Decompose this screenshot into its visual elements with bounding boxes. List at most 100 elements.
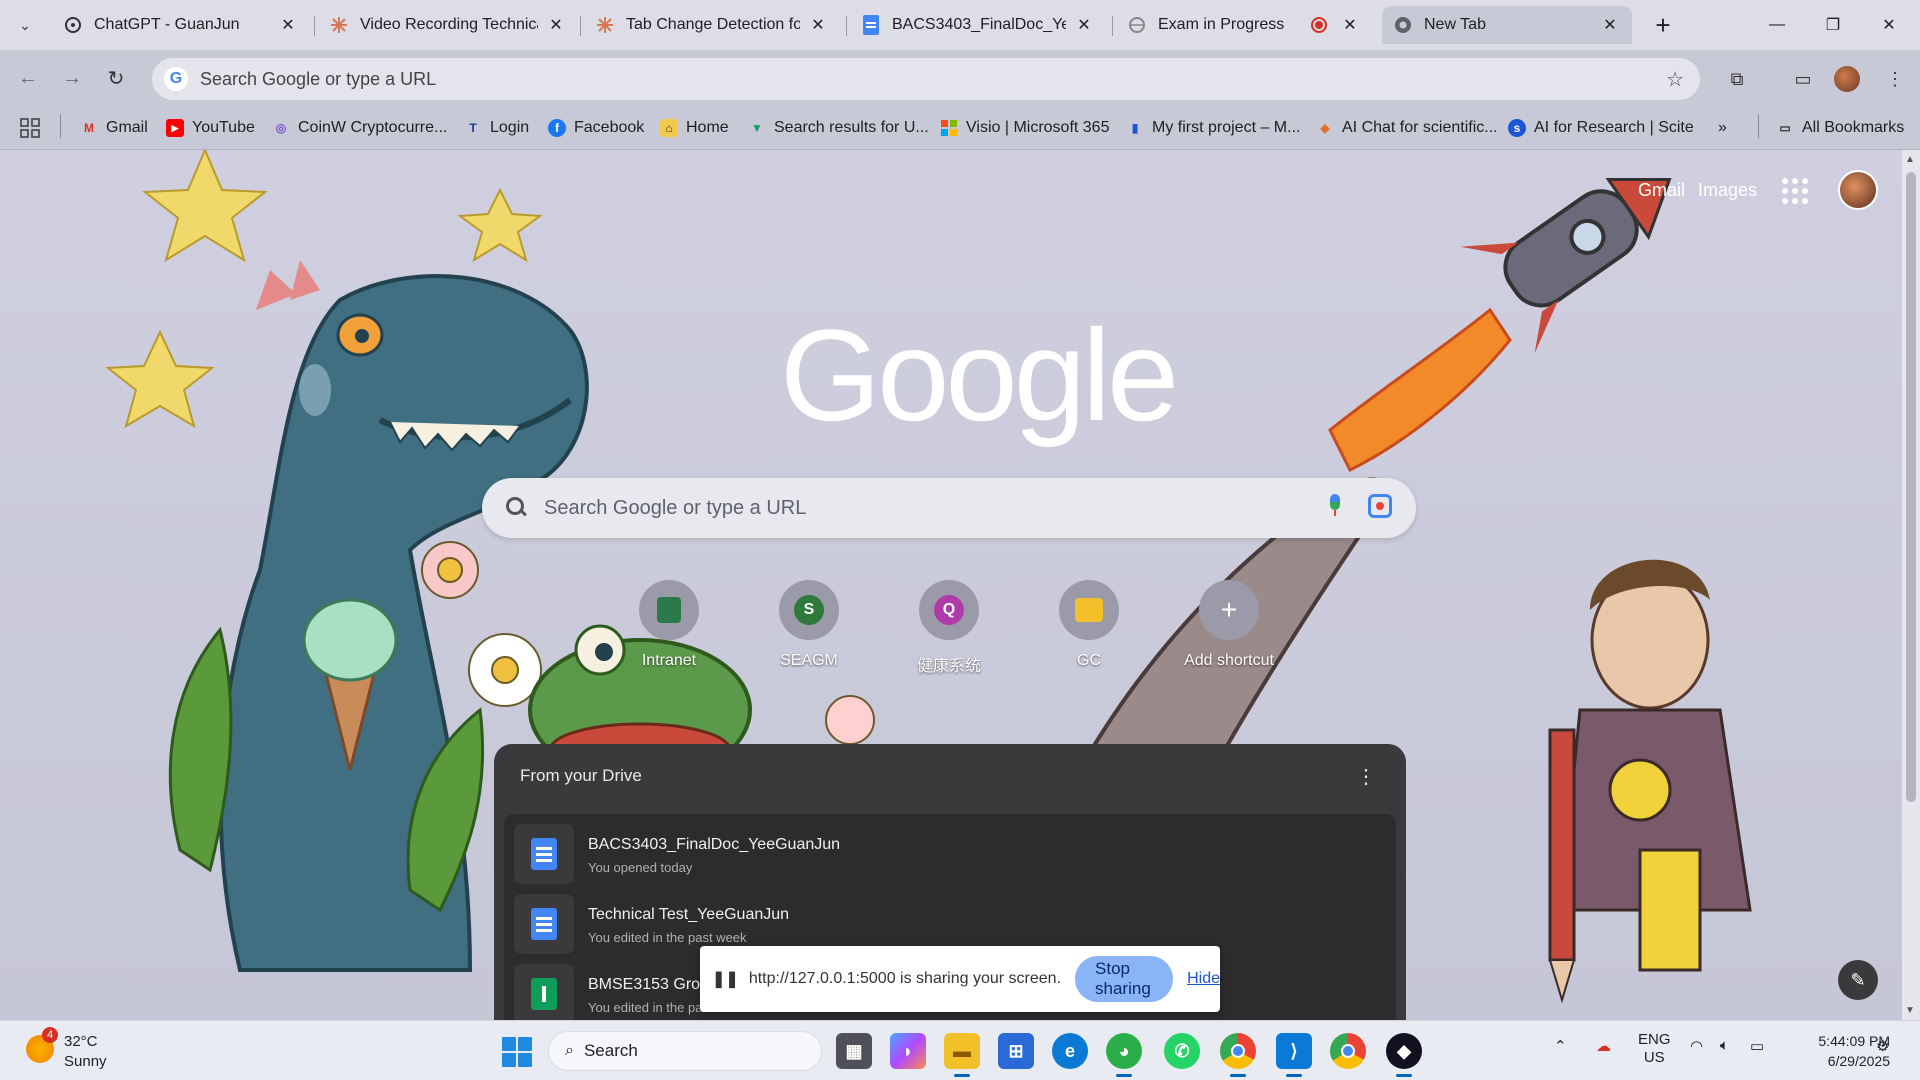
wechat-icon[interactable]: ◕ — [1106, 1033, 1142, 1077]
tab-search-button[interactable]: ⌄ — [10, 10, 40, 40]
cast-icon[interactable]: ▭ — [1788, 64, 1818, 94]
file-explorer-icon[interactable]: ▬ — [944, 1033, 980, 1077]
weather-badge: 4 — [42, 1027, 58, 1043]
bookmark-label: CoinW Cryptocurre... — [298, 119, 448, 136]
scroll-up-arrow-icon[interactable]: ▲ — [1905, 154, 1915, 165]
bookmark-label: Facebook — [574, 119, 645, 136]
bookmark-ai-chat[interactable]: ◆ AI Chat for scientific... — [1316, 116, 1497, 140]
close-icon[interactable]: ✕ — [1074, 15, 1094, 35]
tab-chatgpt[interactable]: ChatGPT - GuanJun ✕ — [52, 6, 310, 44]
bookmark-coinw[interactable]: ◎ CoinW Cryptocurre... — [272, 116, 448, 140]
reload-button[interactable]: ↻ — [100, 62, 132, 94]
more-vert-icon[interactable]: ⋮ — [1356, 764, 1376, 789]
battery-icon[interactable]: ▭ — [1750, 1037, 1764, 1055]
drive-file-item[interactable]: Technical Test_YeeGuanJun You edited in … — [514, 894, 1386, 954]
bookmark-star-icon[interactable]: ☆ — [1666, 67, 1684, 92]
whatsapp-icon[interactable]: ✆ — [1164, 1033, 1200, 1069]
shortcut-tile — [1059, 580, 1119, 640]
shortcut-label: SEAGM — [780, 652, 838, 669]
close-icon[interactable]: ✕ — [808, 15, 828, 35]
google-apps-icon[interactable] — [1782, 178, 1808, 204]
input-language[interactable]: ENG US — [1638, 1031, 1671, 1067]
drive-file-item[interactable]: BACS3403_FinalDoc_YeeGuanJun You opened … — [514, 824, 1386, 884]
tab-title: ChatGPT - GuanJun — [94, 16, 240, 33]
scroll-down-arrow-icon[interactable]: ▼ — [1905, 1005, 1915, 1016]
gmail-link[interactable]: Gmail — [1638, 180, 1685, 201]
clock-time: 5:44:09 PM — [1818, 1033, 1890, 1049]
copilot-icon[interactable]: ◗ — [890, 1033, 926, 1069]
shortcut-add[interactable]: + Add shortcut — [1169, 580, 1289, 670]
google-g-icon: G — [164, 67, 188, 91]
edge-icon[interactable]: e — [1052, 1033, 1088, 1069]
profile-button[interactable] — [1832, 64, 1862, 94]
bookmark-facebook[interactable]: f Facebook — [548, 116, 644, 140]
close-icon[interactable]: ✕ — [1600, 15, 1620, 35]
chrome-profile-icon[interactable] — [1330, 1033, 1366, 1069]
bookmark-login[interactable]: T Login — [464, 116, 529, 140]
vscode-icon[interactable]: ⟩ — [1276, 1033, 1312, 1077]
scrollbar-thumb[interactable] — [1906, 172, 1916, 802]
microphone-icon[interactable] — [1328, 494, 1342, 518]
tab-change-detection[interactable]: Tab Change Detection for E ✕ — [584, 6, 840, 44]
wifi-icon[interactable]: ◠ — [1690, 1037, 1703, 1055]
bookmark-my-first-project[interactable]: ▮ My first project – M... — [1126, 116, 1301, 140]
close-icon[interactable]: ✕ — [278, 15, 298, 35]
bookmark-visio[interactable]: Visio | Microsoft 365 — [940, 116, 1109, 140]
apps-grid-icon[interactable] — [20, 116, 40, 140]
drive-card-title: From your Drive — [520, 766, 642, 785]
tab-exam-in-progress[interactable]: Exam in Progress ✕ — [1116, 6, 1372, 44]
page-scrollbar[interactable]: ▲ ▼ — [1902, 150, 1920, 1020]
tab-separator — [846, 16, 847, 36]
menu-kebab-icon[interactable]: ⋮ — [1880, 64, 1910, 94]
windows-start-icon[interactable] — [502, 1037, 532, 1067]
weather-temperature[interactable]: 32°C — [64, 1033, 98, 1050]
tab-bacs3403-doc[interactable]: BACS3403_FinalDoc_YeeGu ✕ — [850, 6, 1106, 44]
images-link[interactable]: Images — [1698, 180, 1757, 201]
taskbar-search[interactable]: ⌕ Search — [548, 1031, 822, 1071]
shortcut-health-system[interactable]: Q 健康系统 — [889, 580, 1009, 676]
account-avatar[interactable] — [1838, 170, 1878, 210]
drive-file-name: BACS3403_FinalDoc_YeeGuanJun — [588, 836, 841, 853]
app-shortcut-icon[interactable]: ◆ — [1386, 1033, 1422, 1077]
bookmark-gmail[interactable]: M Gmail — [80, 116, 148, 140]
weather-description[interactable]: Sunny — [64, 1053, 107, 1070]
forward-button[interactable]: → — [56, 62, 88, 94]
tab-title: BACS3403_FinalDoc_YeeGu — [892, 16, 1066, 33]
tab-new-tab[interactable]: New Tab ✕ — [1382, 6, 1632, 44]
close-window-button[interactable]: ✕ — [1866, 8, 1912, 42]
bookmark-youtube[interactable]: ▶ YouTube — [166, 116, 255, 140]
shortcut-gc[interactable]: GC — [1029, 580, 1149, 670]
volume-icon[interactable]: 🔈︎ — [1720, 1037, 1729, 1054]
hide-banner-link[interactable]: Hide — [1187, 970, 1220, 988]
close-icon[interactable]: ✕ — [546, 15, 566, 35]
tray-overflow-chevron-icon[interactable]: ⌃ — [1554, 1037, 1567, 1055]
onedrive-icon[interactable]: ☁ — [1596, 1037, 1611, 1055]
new-tab-button[interactable]: + — [1648, 10, 1678, 40]
stop-sharing-button[interactable]: Stop sharing — [1075, 956, 1174, 1002]
back-button[interactable]: ← — [12, 62, 44, 94]
all-bookmarks-button[interactable]: ▭ All Bookmarks — [1776, 116, 1904, 140]
close-icon[interactable]: ✕ — [1340, 15, 1360, 35]
drive-file-activity: You edited in the past week — [588, 930, 747, 945]
restore-button[interactable]: ❐ — [1810, 8, 1856, 42]
more-bookmarks-button[interactable]: » — [1718, 116, 1727, 140]
chrome-icon[interactable] — [1220, 1033, 1256, 1077]
minimize-button[interactable]: — — [1754, 8, 1800, 42]
bookmark-search-results[interactable]: ▼ Search results for U... — [748, 116, 929, 140]
notifications-icon[interactable]: ⚙ — [1876, 1037, 1889, 1055]
bookmark-home[interactable]: ⌂ Home — [660, 116, 729, 140]
task-view-icon[interactable]: ▦ — [836, 1033, 872, 1069]
system-clock[interactable]: 5:44:09 PM 6/29/2025 — [1790, 1031, 1890, 1071]
microsoft-store-icon[interactable]: ⊞ — [998, 1033, 1034, 1069]
shortcut-intranet[interactable]: Intranet — [609, 580, 729, 670]
omnibox[interactable]: G Search Google or type a URL ☆ — [152, 58, 1700, 100]
shortcut-seagm[interactable]: S SEAGM — [749, 580, 869, 670]
tab-separator — [1112, 16, 1113, 36]
extensions-icon[interactable]: ⧉ — [1722, 64, 1752, 94]
plus-icon: + — [1655, 9, 1671, 40]
bookmark-scite[interactable]: s AI for Research | Scite — [1508, 116, 1694, 140]
google-lens-icon[interactable] — [1368, 494, 1392, 518]
customize-pencil-icon[interactable]: ✎ — [1838, 960, 1878, 1000]
tab-video-recording[interactable]: Video Recording Technical ✕ — [318, 6, 578, 44]
search-box[interactable]: Search Google or type a URL — [482, 478, 1416, 538]
